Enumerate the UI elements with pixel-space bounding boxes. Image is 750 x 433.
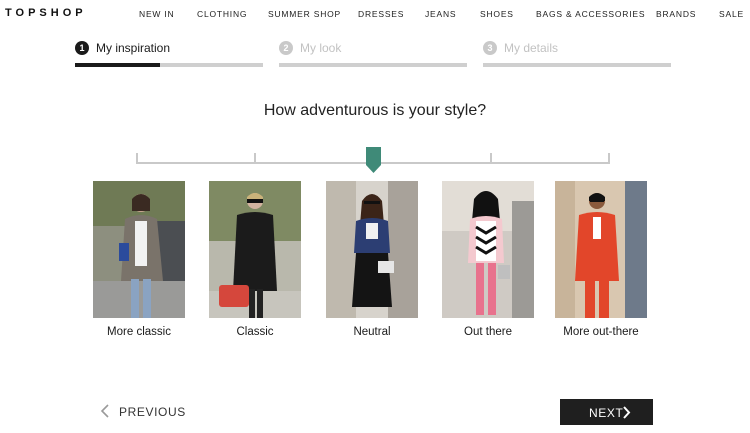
nav-shoes[interactable]: SHOES <box>480 9 514 19</box>
nav-sale[interactable]: SALE <box>719 9 744 19</box>
slider-stop[interactable] <box>136 153 138 164</box>
step-progress-fill <box>75 63 160 67</box>
nav-dresses[interactable]: DRESSES <box>358 9 404 19</box>
outfit-photo[interactable] <box>93 181 185 318</box>
nav-new-in[interactable]: NEW IN <box>139 9 175 19</box>
page-question: How adventurous is your style? <box>263 102 487 119</box>
step-my-details[interactable]: 3 My details <box>483 41 671 69</box>
step-progress-track <box>75 63 263 67</box>
top-navigation: TOPSHOP NEW IN CLOTHING SUMMER SHOP DRES… <box>0 0 750 28</box>
step-my-inspiration[interactable]: 1 My inspiration <box>75 41 263 69</box>
brand-logo[interactable]: TOPSHOP <box>5 7 87 19</box>
option-label: More out-there <box>563 326 639 338</box>
nav-brands[interactable]: BRANDS <box>656 9 696 19</box>
step-label: My inspiration <box>96 41 171 55</box>
previous-button-label: PREVIOUS <box>119 405 186 419</box>
style-slider[interactable] <box>136 146 610 176</box>
nav-summer-shop[interactable]: SUMMER SHOP <box>268 9 341 19</box>
outfit-photo[interactable] <box>555 181 647 318</box>
step-progress-track <box>279 63 467 67</box>
chevron-right-icon <box>623 406 631 419</box>
outfit-photo[interactable] <box>209 181 301 318</box>
next-button-label: NEXT <box>589 406 624 420</box>
slider-stop[interactable] <box>490 153 492 164</box>
chevron-left-icon <box>100 404 109 418</box>
option-label: Neutral <box>353 326 391 338</box>
step-label: My look <box>300 41 342 55</box>
nav-clothing[interactable]: CLOTHING <box>197 9 247 19</box>
option-label: More classic <box>107 326 171 338</box>
slider-stop[interactable] <box>254 153 256 164</box>
nav-bags-accessories[interactable]: BAGS & ACCESSORIES <box>536 9 645 19</box>
next-button[interactable]: NEXT <box>560 399 653 425</box>
step-progress-track <box>483 63 671 67</box>
option-label: Classic <box>236 326 274 338</box>
nav-jeans[interactable]: JEANS <box>425 9 456 19</box>
outfit-photo[interactable] <box>326 181 418 318</box>
slider-handle[interactable] <box>365 147 381 173</box>
step-label: My details <box>504 41 559 55</box>
step-my-look[interactable]: 2 My look <box>279 41 467 69</box>
outfit-photo[interactable] <box>442 181 534 318</box>
slider-stop[interactable] <box>608 153 610 164</box>
step-number: 1 <box>75 41 89 55</box>
step-number: 2 <box>279 41 293 55</box>
step-number: 3 <box>483 41 497 55</box>
